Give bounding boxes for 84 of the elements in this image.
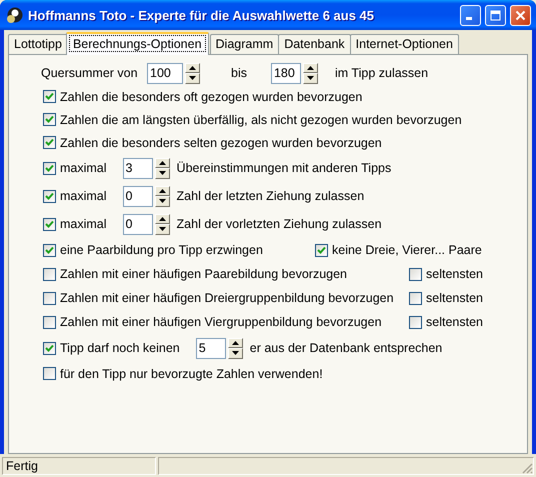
option-label: seltensten <box>426 315 483 329</box>
option-label: Zahlen die besonders selten gezogen wurden bevorzugen <box>60 136 382 150</box>
checkbox[interactable] <box>409 316 422 328</box>
checkbox[interactable] <box>43 244 56 256</box>
up-arrow-icon <box>306 66 314 70</box>
checkbox[interactable] <box>43 367 56 380</box>
tab[interactable]: Lottotipp <box>8 34 68 54</box>
status-text: Fertig <box>6 459 38 473</box>
checkbox[interactable] <box>43 292 56 304</box>
down-arrow-icon <box>232 351 239 356</box>
option-label: eine Paarbildung pro Tipp erzwingen <box>60 243 263 257</box>
tab[interactable]: Internet-Optionen <box>350 34 459 54</box>
down-arrow-icon <box>189 76 196 80</box>
number-field[interactable]: 5 <box>196 338 226 358</box>
spin-down-button[interactable] <box>302 73 318 84</box>
number-field[interactable]: 0 <box>122 186 153 206</box>
option-label: seltensten <box>426 291 483 305</box>
option-label: maximal <box>60 161 107 175</box>
spin-down-button[interactable] <box>185 73 200 84</box>
minimize-icon <box>466 16 472 20</box>
spin-up-button[interactable] <box>154 186 170 196</box>
spin-down-button[interactable] <box>228 348 243 358</box>
spin-up-button[interactable] <box>185 62 200 73</box>
window-title: Hoffmanns Toto - Experte für die Auswahlwette 6 aus 45 <box>28 8 376 22</box>
option-label: Zahlen mit einer häufigen Paarebildung bevorzugen <box>60 267 347 281</box>
close-icon <box>515 10 526 20</box>
up-arrow-icon <box>158 160 166 165</box>
checkbox[interactable] <box>43 316 56 328</box>
option-label: Zahl der letzten Ziehung zulassen <box>176 189 364 203</box>
down-arrow-icon <box>306 76 314 80</box>
up-arrow-icon <box>158 216 166 221</box>
resize-grip-icon[interactable] <box>521 462 533 474</box>
checkbox[interactable] <box>43 90 56 103</box>
option-label: Zahlen die besonders oft gezogen wurden bevorzugen <box>60 90 362 104</box>
number-field[interactable]: 100 <box>147 62 183 84</box>
ball-icon <box>6 6 24 24</box>
up-arrow-icon <box>158 188 166 193</box>
checkbox[interactable] <box>315 244 328 256</box>
option-label: für den Tipp nur bevorzugte Zahlen verwenden! <box>60 366 323 380</box>
option-label: Quersummer von <box>41 66 139 80</box>
checkbox[interactable] <box>43 136 56 149</box>
spin-down-button[interactable] <box>154 196 170 206</box>
down-arrow-icon <box>158 199 166 204</box>
tab[interactable]: Datenbank <box>278 34 351 54</box>
down-arrow-icon <box>158 227 166 232</box>
checkbox[interactable] <box>409 292 422 304</box>
down-arrow-icon <box>158 171 166 176</box>
tab[interactable]: Diagramm <box>210 34 280 54</box>
spin-up-button[interactable] <box>154 214 170 224</box>
minimize-button[interactable] <box>460 4 481 26</box>
tab[interactable]: Berechnungs-Optionen <box>66 32 209 55</box>
option-label: Tipp darf noch keinen <box>60 341 180 355</box>
up-arrow-icon <box>189 66 196 70</box>
up-arrow-icon <box>232 340 239 345</box>
spin-up-button[interactable] <box>228 338 243 348</box>
close-button[interactable] <box>510 4 531 26</box>
number-field[interactable]: 180 <box>270 62 301 84</box>
checkbox[interactable] <box>43 190 56 202</box>
checkbox[interactable] <box>43 162 56 174</box>
maximize-icon <box>490 10 501 20</box>
option-label: keine Dreie, Vierer... Paare <box>332 243 482 257</box>
checkbox[interactable] <box>43 218 56 230</box>
option-label: Zahlen mit einer häufigen Viergruppenbildung bevorzugen <box>60 315 382 329</box>
option-label: im Tipp zulassen <box>334 66 428 80</box>
checkbox[interactable] <box>409 268 422 280</box>
option-label: maximal <box>60 217 107 231</box>
spin-down-button[interactable] <box>154 224 170 234</box>
option-label: maximal <box>60 189 107 203</box>
option-label: Zahlen die am längsten überfällig, als nicht gezogen wurden bevorzugen <box>60 112 462 126</box>
option-label: er aus der Datenbank entsprechen <box>250 341 442 355</box>
checkbox[interactable] <box>43 342 56 354</box>
checkbox[interactable] <box>43 268 56 280</box>
number-field[interactable]: 0 <box>122 214 153 234</box>
number-field[interactable]: 3 <box>122 158 153 178</box>
option-label: seltensten <box>426 267 483 281</box>
spin-down-button[interactable] <box>154 168 170 178</box>
option-label: Zahl der vorletzten Ziehung zulassen <box>176 217 382 231</box>
option-label: Zahlen mit einer häufigen Dreiergruppenbildung bevorzugen <box>60 291 394 305</box>
checkbox[interactable] <box>43 113 56 126</box>
option-label: bis <box>231 66 247 80</box>
maximize-button[interactable] <box>485 4 506 26</box>
spin-up-button[interactable] <box>154 158 170 168</box>
spin-up-button[interactable] <box>302 62 318 73</box>
option-label: Übereinstimmungen mit anderen Tipps <box>176 161 392 175</box>
